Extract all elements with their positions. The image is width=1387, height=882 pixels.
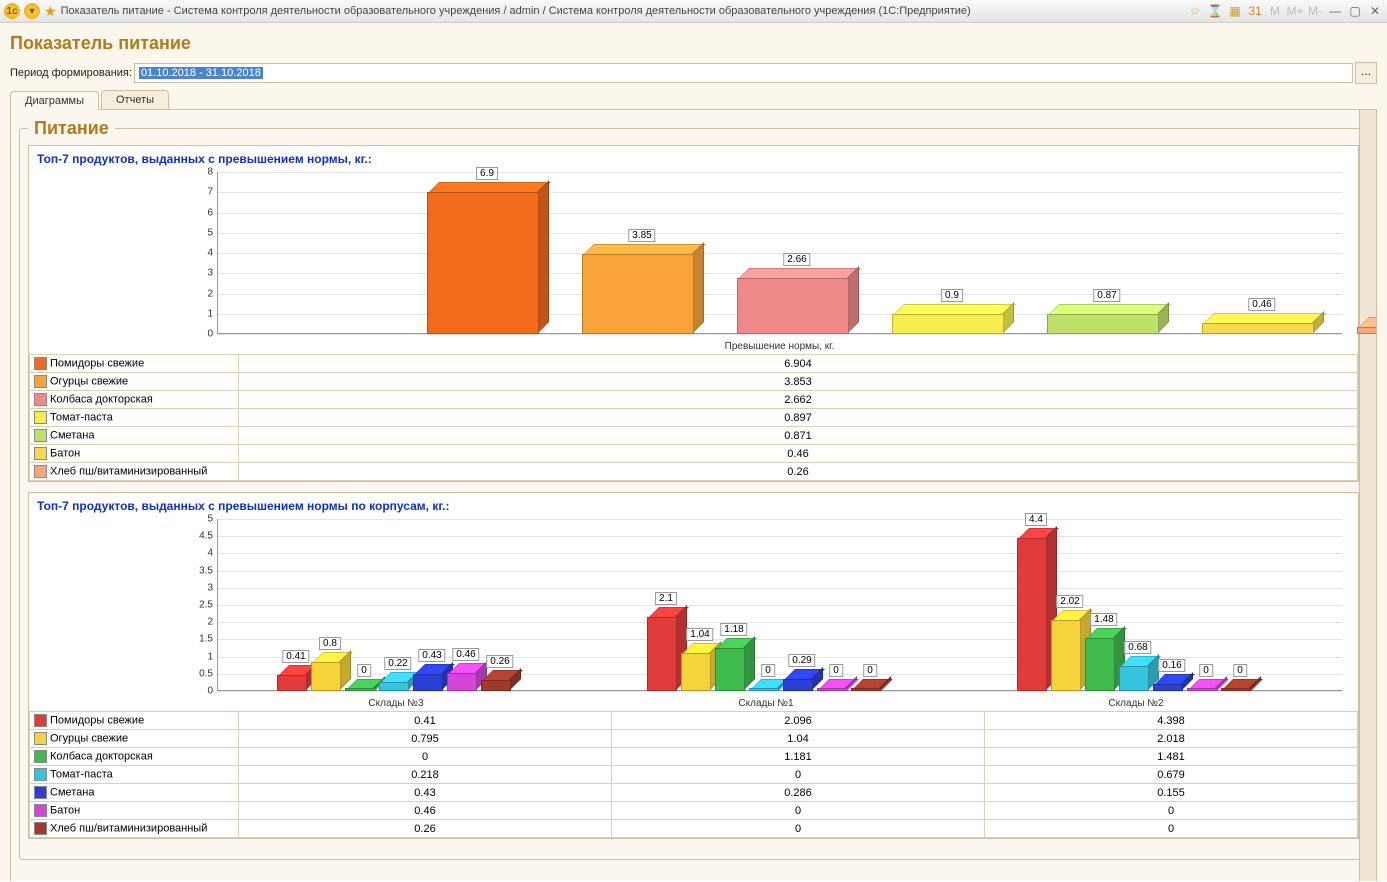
chart1-xlabel: Превышение нормы, кг.: [725, 341, 835, 352]
group-title: Питание: [28, 118, 115, 139]
period-label: Период формирования:: [10, 67, 132, 79]
chart1-block: Топ-7 продуктов, выданных с превышением …: [28, 145, 1359, 482]
period-input[interactable]: 01.10.2018 - 31.10.2018: [134, 63, 1353, 83]
memory-m-icon: M: [1267, 3, 1283, 19]
chart2-title: Топ-7 продуктов, выданных с превышением …: [29, 493, 1358, 515]
tab-panel: Питание Топ-7 продуктов, выданных с прев…: [10, 110, 1377, 881]
window-title: Показатель питание - Система контроля де…: [61, 5, 1183, 17]
minimize-button[interactable]: —: [1327, 4, 1343, 18]
tab-reports[interactable]: Отчеты: [101, 90, 169, 109]
memory-mplus-icon: M+: [1287, 3, 1303, 19]
period-row: Период формирования: 01.10.2018 - 31.10.…: [10, 62, 1377, 84]
period-value: 01.10.2018 - 31.10.2018: [139, 67, 263, 79]
favorite-icon[interactable]: ★: [44, 3, 57, 20]
chart1-title: Топ-7 продуктов, выданных с превышением …: [29, 146, 1358, 168]
calculator-icon[interactable]: ▦: [1227, 3, 1243, 19]
app-menu-dropdown[interactable]: ▾: [24, 3, 40, 19]
period-select-button[interactable]: …: [1355, 62, 1377, 84]
maximize-button[interactable]: ▢: [1347, 4, 1363, 18]
calendar-icon[interactable]: 31: [1247, 3, 1263, 19]
window-titlebar: 1c ▾ ★ Показатель питание - Система конт…: [0, 0, 1387, 23]
close-button[interactable]: ✕: [1367, 4, 1383, 18]
chart2-table: Помидоры свежие0.412.0964.398Огурцы свеж…: [29, 711, 1358, 838]
scrollbar[interactable]: [1359, 110, 1376, 881]
history-icon[interactable]: ⌛: [1207, 3, 1223, 19]
page-title: Показатель питание: [10, 31, 1377, 62]
memory-mminus-icon: M-: [1307, 3, 1323, 19]
tab-bar: Диаграммы Отчеты: [10, 90, 1377, 110]
favorites-icon[interactable]: ☆: [1187, 3, 1203, 19]
tab-diagrams[interactable]: Диаграммы: [10, 91, 99, 110]
chart2-canvas: 00.511.522.533.544.55 0.410.800.220.430.…: [217, 519, 1342, 709]
group-nutrition: Питание Топ-7 продуктов, выданных с прев…: [19, 118, 1368, 860]
chart2-block: Топ-7 продуктов, выданных с превышением …: [28, 492, 1359, 839]
chart1-canvas: 012345678 6.93.852.660.90.870.460.26 Пре…: [217, 172, 1342, 352]
app-icon[interactable]: 1c: [4, 3, 20, 19]
chart1-table: Помидоры свежие6.904Огурцы свежие3.853Ко…: [29, 354, 1358, 481]
